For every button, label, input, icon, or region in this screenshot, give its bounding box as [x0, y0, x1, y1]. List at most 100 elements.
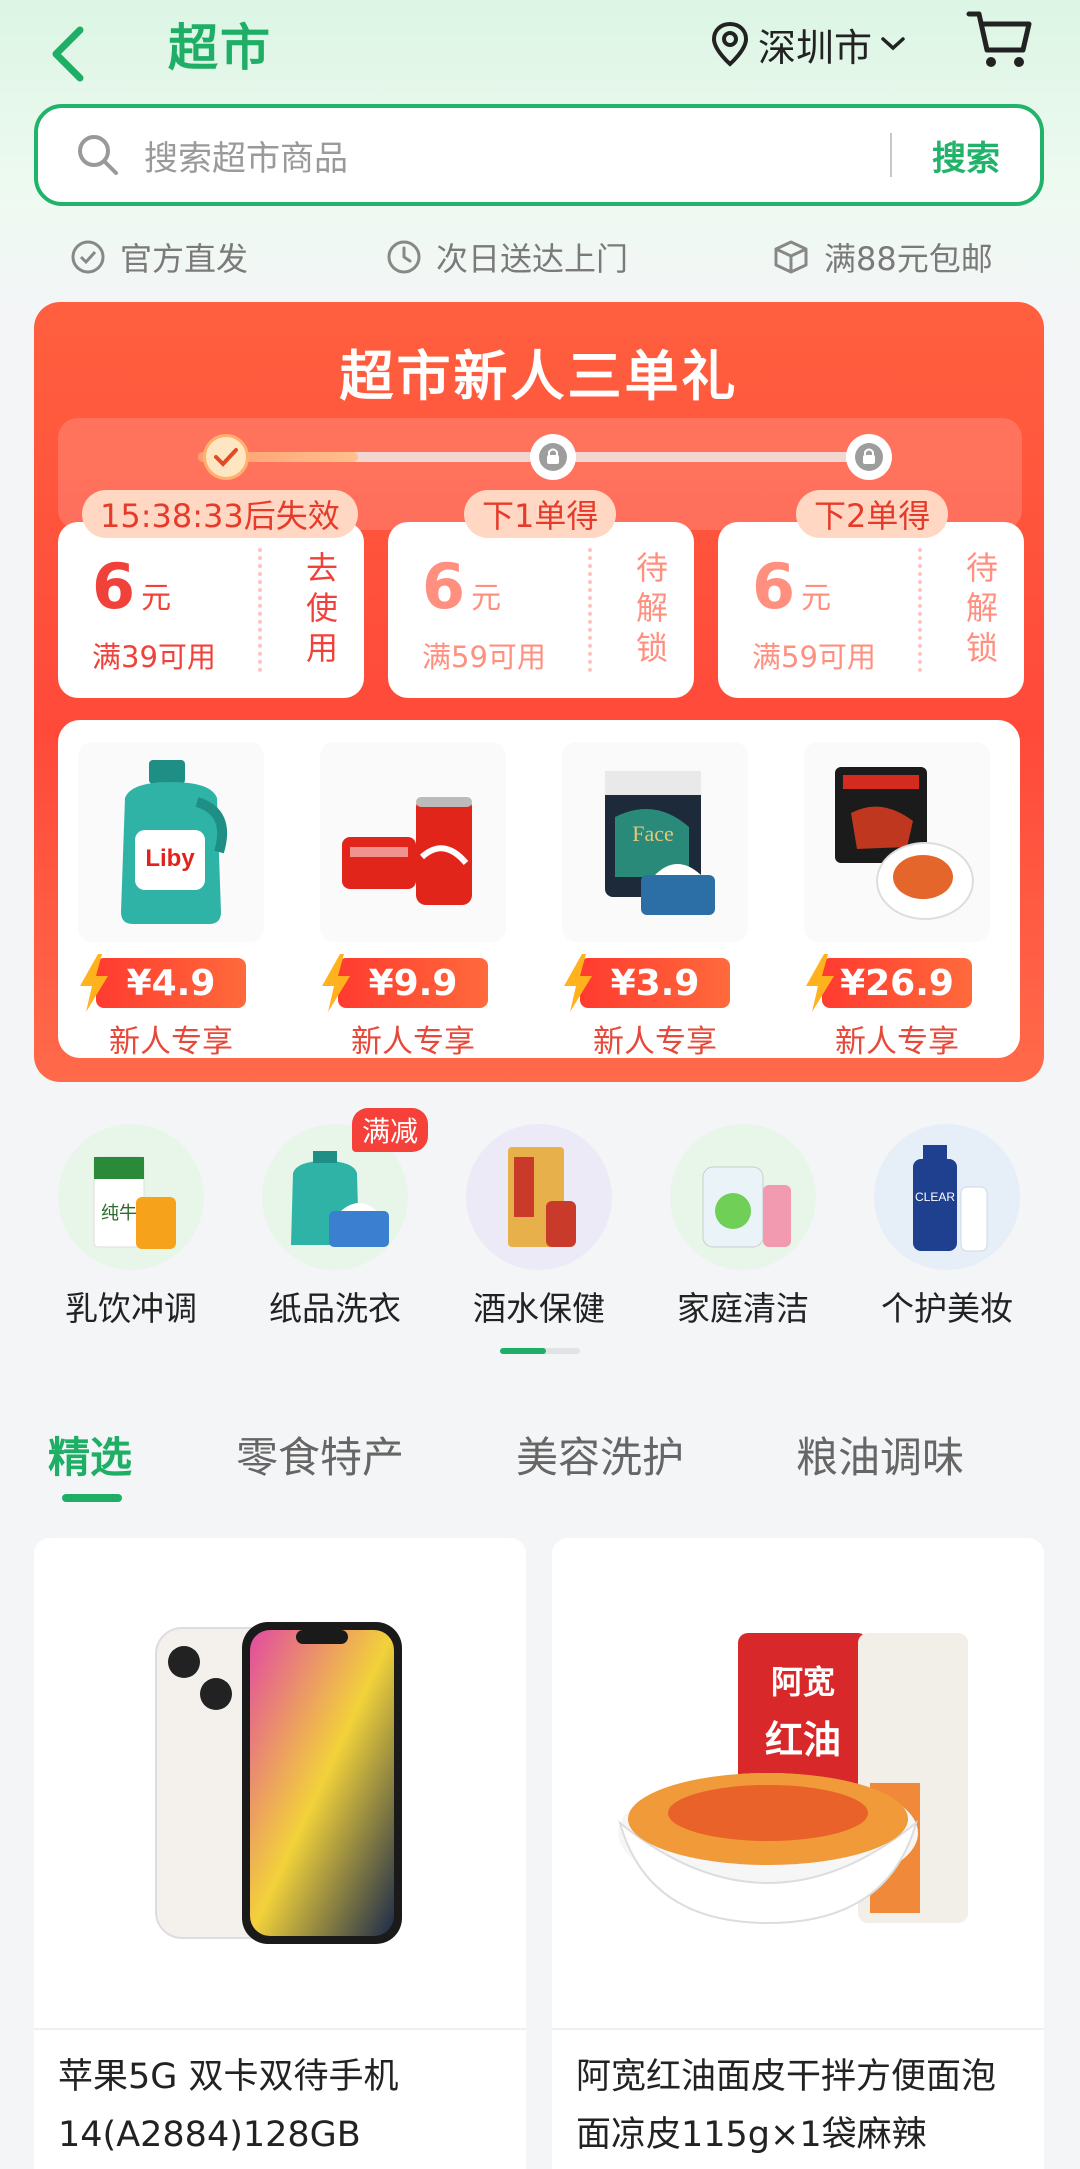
promo-product[interactable]: ¥9.9 新人专享	[320, 742, 506, 1061]
promo-product[interactable]: Face ¥3.9 新人专享	[562, 742, 748, 1061]
svg-text:Liby: Liby	[145, 845, 195, 872]
milk-carton-icon: 纯牛	[58, 1124, 204, 1270]
coupon-expiry-tag: 15:38:33后失效	[82, 490, 358, 538]
tab-underline	[62, 1494, 122, 1502]
cleaning-bottle-icon	[670, 1124, 816, 1270]
noodle-bowl-icon: 阿宽 红油	[552, 1538, 1044, 2028]
chevron-left-icon	[52, 26, 84, 82]
product-price: ¥4.9	[80, 954, 246, 1012]
coupon-divider	[258, 548, 262, 672]
product-title: 苹果5G 双卡双待手机 14(A2884)128GB	[58, 2057, 399, 2155]
page-title: 超市	[168, 19, 272, 77]
clock-icon	[387, 240, 421, 274]
lock-icon	[539, 443, 567, 471]
category-liquor-health[interactable]: 酒水保健	[464, 1124, 614, 1330]
check-circle-icon	[71, 240, 105, 274]
step-complete	[203, 434, 249, 480]
category-page-indicator	[500, 1348, 580, 1354]
svg-text:CLEAR: CLEAR	[915, 1190, 955, 1204]
lightning-icon	[806, 954, 834, 1012]
coupon-divider	[588, 548, 592, 672]
category-label: 纸品洗衣	[269, 1289, 401, 1328]
cart-button[interactable]	[965, 6, 1035, 72]
search-bar[interactable]: 搜索超市商品 搜索	[34, 104, 1044, 206]
product-tag: 新人专享	[835, 1024, 959, 1060]
tab-featured[interactable]: 精选	[48, 1424, 132, 1485]
svg-text:阿宽: 阿宽	[771, 1663, 835, 1701]
search-icon	[78, 135, 118, 175]
smartphone-icon	[34, 1538, 526, 2028]
tissue-pack-icon: Face	[562, 742, 748, 942]
discount-badge: 满减	[352, 1108, 429, 1152]
product-tag: 新人专享	[351, 1024, 475, 1060]
coupon-divider	[918, 548, 922, 672]
benefit-label: 次日送达上门	[436, 240, 629, 278]
product-tag: 新人专享	[593, 1024, 717, 1060]
coupon-amount: 6	[422, 550, 466, 623]
svg-text:红油: 红油	[765, 1718, 841, 1762]
search-input[interactable]: 搜索超市商品	[144, 131, 890, 180]
coupon-locked-label: 待解锁	[965, 549, 998, 667]
shopping-cart-icon	[966, 11, 1032, 67]
promo-products: Liby ¥4.9 新人专享 ¥9.9 新人专享 Face ¥3.9 新人专享 …	[58, 720, 1020, 1061]
cola-can-icon	[320, 742, 506, 942]
product-price: ¥3.9	[564, 954, 730, 1012]
lightning-icon	[564, 954, 592, 1012]
location-pin-icon	[711, 21, 749, 67]
liquor-box-icon	[466, 1124, 612, 1270]
tab-beauty[interactable]: 美容洗护	[516, 1424, 684, 1485]
svg-text:纯牛: 纯牛	[101, 1203, 137, 1224]
use-coupon-button[interactable]: 去使用	[302, 548, 342, 668]
coupon-condition: 满39可用	[92, 640, 216, 674]
category-personal-care[interactable]: CLEAR 个护美妆	[872, 1124, 1022, 1330]
step-locked	[846, 434, 892, 480]
coupon-card: 6元 满59可用 待解锁	[718, 522, 1024, 698]
card-divider	[34, 2028, 526, 2030]
tab-snacks[interactable]: 零食特产	[236, 1424, 404, 1485]
product-card[interactable]: 苹果5G 双卡双待手机 14(A2884)128GB	[34, 1538, 526, 2169]
coupon-card: 6元 满59可用 待解锁	[388, 522, 694, 698]
location-selector[interactable]: 深圳市	[710, 14, 906, 74]
coupon-unit: 元	[141, 581, 172, 616]
price-label: ¥26.9	[840, 962, 954, 1004]
category-dairy[interactable]: 纯牛 乳饮冲调	[56, 1124, 206, 1330]
step-locked	[530, 434, 576, 480]
page-indicator-active	[500, 1348, 546, 1354]
lightning-icon	[80, 954, 108, 1012]
shampoo-bottle-icon: CLEAR	[874, 1124, 1020, 1270]
search-button[interactable]: 搜索	[892, 131, 1040, 180]
svg-text:Face: Face	[632, 821, 674, 846]
benefit-label: 满88元包邮	[824, 240, 993, 278]
coupon-condition: 满59可用	[422, 640, 546, 674]
coupon-unit: 元	[801, 581, 832, 616]
lock-icon	[855, 443, 883, 471]
promo-product[interactable]: ¥26.9 新人专享	[804, 742, 990, 1061]
check-icon	[214, 448, 238, 467]
location-label: 深圳市	[758, 25, 873, 70]
coupon-unlock-tag: 下1单得	[464, 490, 617, 538]
benefit-label: 官方直发	[120, 240, 249, 278]
product-title: 阿宽红油面皮干拌方便面泡面凉皮115g×1袋麻辣	[576, 2057, 997, 2155]
product-tag: 新人专享	[109, 1024, 233, 1060]
coupon-card[interactable]: 6元 满39可用 去使用	[58, 522, 364, 698]
product-card[interactable]: 阿宽红油 阿宽红油面皮干拌方便面泡面凉皮115g×1袋麻辣	[552, 1538, 1044, 2169]
price-label: ¥3.9	[610, 962, 700, 1004]
back-button[interactable]	[40, 18, 100, 88]
promo-title: 超市新人三单礼	[339, 345, 739, 408]
coupon-amount: 6	[92, 550, 136, 623]
category-label: 家庭清洁	[677, 1289, 809, 1328]
coupon-condition: 满59可用	[752, 640, 876, 674]
category-label: 个护美妆	[881, 1289, 1013, 1328]
price-label: ¥4.9	[126, 962, 216, 1004]
detergent-bottle-icon: Liby	[78, 742, 264, 942]
benefit-direct: 官方直发	[70, 232, 248, 282]
tab-grain-oil[interactable]: 粮油调味	[796, 1424, 964, 1485]
category-paper-laundry[interactable]: 纸品洗衣	[260, 1124, 410, 1330]
lightning-icon	[322, 954, 350, 1012]
category-home-cleaning[interactable]: 家庭清洁	[668, 1124, 818, 1330]
promo-product[interactable]: Liby ¥4.9 新人专享	[78, 742, 264, 1061]
category-label: 酒水保健	[473, 1289, 605, 1328]
coupon-unlock-tag: 下2单得	[796, 490, 949, 538]
product-price: ¥26.9	[806, 954, 972, 1012]
package-icon	[774, 240, 808, 274]
